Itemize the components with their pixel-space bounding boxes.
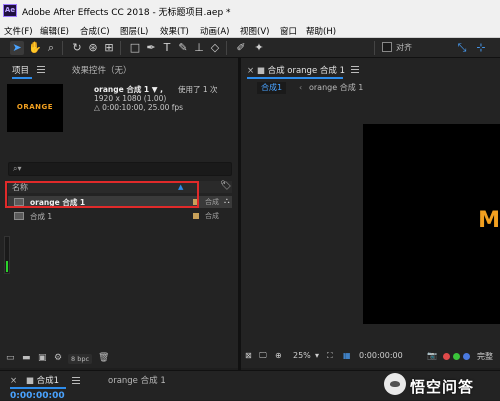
snap-label: 对齐 xyxy=(396,43,412,52)
breadcrumb-separator-icon: ‹ xyxy=(299,83,303,92)
viewer-footer: ⊠ 🖵 ⊕ 25% ▾ ⛶ ▦ 0:00:00:00 📷 完整 xyxy=(241,349,500,365)
hand-tool-icon[interactable]: ✋ xyxy=(28,41,42,55)
menu-layer[interactable]: 图层(L) xyxy=(120,25,148,37)
menu-effect[interactable]: 效果(T) xyxy=(160,25,189,37)
window-title: Adobe After Effects CC 2018 - 无标题项目.aep … xyxy=(22,8,231,18)
menu-bar: 文件(F) 编辑(E) 合成(C) 图层(L) 效果(T) 动画(A) 视图(V… xyxy=(0,22,500,38)
eraser-tool-icon[interactable]: ◇ xyxy=(208,41,222,55)
snap-checkbox[interactable] xyxy=(382,42,392,52)
watermark-logo-icon xyxy=(384,373,406,395)
comp-thumbnail: ORANGE xyxy=(7,84,63,132)
tab-project[interactable]: 项目 xyxy=(12,64,32,79)
snap-target-icon[interactable]: ⊹ xyxy=(474,41,488,55)
canvas-text: M xyxy=(478,208,500,233)
green-channel-icon[interactable] xyxy=(453,353,460,360)
close-icon: × xyxy=(247,66,255,76)
mask-visibility-icon[interactable]: ⊕ xyxy=(275,351,282,360)
tab-timeline-other[interactable]: orange 合成 1 xyxy=(108,374,166,386)
project-footer: ▭ ▬ ▣ ⚙ 8 bpc 🗑 xyxy=(0,352,238,366)
puppet-tool-icon[interactable]: ✦ xyxy=(252,41,266,55)
close-icon: × xyxy=(10,376,18,386)
tab-timeline-comp[interactable]: × ■ 合成1 xyxy=(10,374,66,389)
camera-orbit-tool-icon[interactable]: ⊛ xyxy=(86,41,100,55)
red-channel-icon[interactable] xyxy=(443,353,450,360)
project-item-type: 合成 xyxy=(205,212,219,220)
menu-window[interactable]: 窗口 xyxy=(280,25,297,37)
label-column-icon[interactable]: 🏷 xyxy=(220,181,231,191)
menu-animation[interactable]: 动画(A) xyxy=(200,25,229,37)
tools-panel: ➤ ✋ ⌕ ↻ ⊛ ⊞ □ ✒ T ✎ ⊥ ◇ ✐ ✦ 对齐 ⤡ ⊹ xyxy=(0,38,500,58)
pan-behind-tool-icon[interactable]: ⊞ xyxy=(102,41,116,55)
rotate-tool-icon[interactable]: ↻ xyxy=(70,41,84,55)
project-item-name: 合成 1 xyxy=(30,212,53,221)
watermark: 悟空问答 xyxy=(384,370,498,398)
new-folder-icon[interactable]: ▬ xyxy=(22,353,31,363)
snap-options-icon[interactable]: ⤡ xyxy=(455,41,469,55)
breadcrumb-comp-active[interactable]: 合成1 xyxy=(257,82,287,94)
breadcrumb-comp-next[interactable]: orange 合成 1 xyxy=(309,82,363,94)
menu-composition[interactable]: 合成(C) xyxy=(80,25,110,37)
annotation-highlight-box xyxy=(5,181,199,208)
flowchart-icon[interactable]: ⛬ xyxy=(224,196,230,206)
project-item-type: 合成 xyxy=(205,198,219,206)
current-time-display[interactable]: 0:00:00:00 xyxy=(359,351,403,360)
project-settings-icon[interactable]: ⚙ xyxy=(54,353,62,363)
composition-icon xyxy=(14,212,24,220)
audio-level-fill xyxy=(6,261,8,272)
bit-depth-button[interactable]: 8 bpc xyxy=(68,354,93,364)
brush-tool-icon[interactable]: ✎ xyxy=(176,41,190,55)
search-icon: ⌕▾ xyxy=(13,164,22,173)
resolution-quality[interactable]: 完整 xyxy=(477,351,493,362)
usage-count: 使用了 1 次 xyxy=(178,85,218,94)
monitor-icon[interactable]: 🖵 xyxy=(259,351,267,361)
thumbnail-text: ORANGE xyxy=(16,103,54,111)
tab-composition[interactable]: × ■ 合成 orange 合成 1 xyxy=(247,64,345,79)
delete-icon[interactable]: 🗑 xyxy=(98,353,109,363)
lock-icon: ■ xyxy=(256,66,265,76)
new-composition-icon[interactable]: ▣ xyxy=(38,353,47,363)
menu-edit[interactable]: 编辑(E) xyxy=(40,25,69,37)
audio-level-meter xyxy=(4,236,10,274)
transparency-grid-icon[interactable]: ▦ xyxy=(343,351,351,360)
project-search-input[interactable]: ⌕▾ xyxy=(8,162,232,176)
pen-tool-icon[interactable]: ✒ xyxy=(144,41,158,55)
rectangle-tool-icon[interactable]: □ xyxy=(128,41,142,55)
title-bar: Ae Adobe After Effects CC 2018 - 无标题项目.a… xyxy=(0,0,500,22)
clone-stamp-tool-icon[interactable]: ⊥ xyxy=(192,41,206,55)
always-preview-icon[interactable]: ⊠ xyxy=(245,351,252,360)
panel-menu-icon[interactable] xyxy=(37,66,45,73)
snapshot-icon[interactable]: 📷 xyxy=(427,351,437,360)
roi-icon[interactable]: ⛶ xyxy=(327,351,333,361)
zoom-tool-icon[interactable]: ⌕ xyxy=(44,41,58,55)
menu-view[interactable]: 视图(V) xyxy=(240,25,269,37)
watermark-text: 悟空问答 xyxy=(410,378,475,396)
comp-duration: △ 0:00:10:00, 25.00 fps xyxy=(94,103,184,112)
lock-icon: ■ xyxy=(25,376,34,386)
tab-effect-controls[interactable]: 效果控件（无） xyxy=(72,64,132,76)
project-item-row[interactable]: 合成 1 合成 xyxy=(8,210,232,222)
blue-channel-icon[interactable] xyxy=(463,353,470,360)
roto-brush-tool-icon[interactable]: ✐ xyxy=(234,41,248,55)
label-color-swatch[interactable] xyxy=(193,213,199,219)
app-logo-icon: Ae xyxy=(3,4,17,17)
composition-canvas[interactable]: M xyxy=(363,124,500,324)
viewer-menu-icon[interactable] xyxy=(351,66,359,73)
menu-file[interactable]: 文件(F) xyxy=(4,25,33,37)
type-tool-icon[interactable]: T xyxy=(160,41,174,55)
chevron-down-icon: ▾ xyxy=(315,351,320,360)
timeline-menu-icon[interactable] xyxy=(72,377,80,384)
comp-resolution: 1920 x 1080 (1.00) xyxy=(94,94,167,103)
magnification-ratio[interactable]: 25% xyxy=(293,351,311,360)
interpret-footage-icon[interactable]: ▭ xyxy=(6,353,15,363)
selection-tool-icon[interactable]: ➤ xyxy=(10,41,24,55)
menu-help[interactable]: 帮助(H) xyxy=(306,25,336,37)
